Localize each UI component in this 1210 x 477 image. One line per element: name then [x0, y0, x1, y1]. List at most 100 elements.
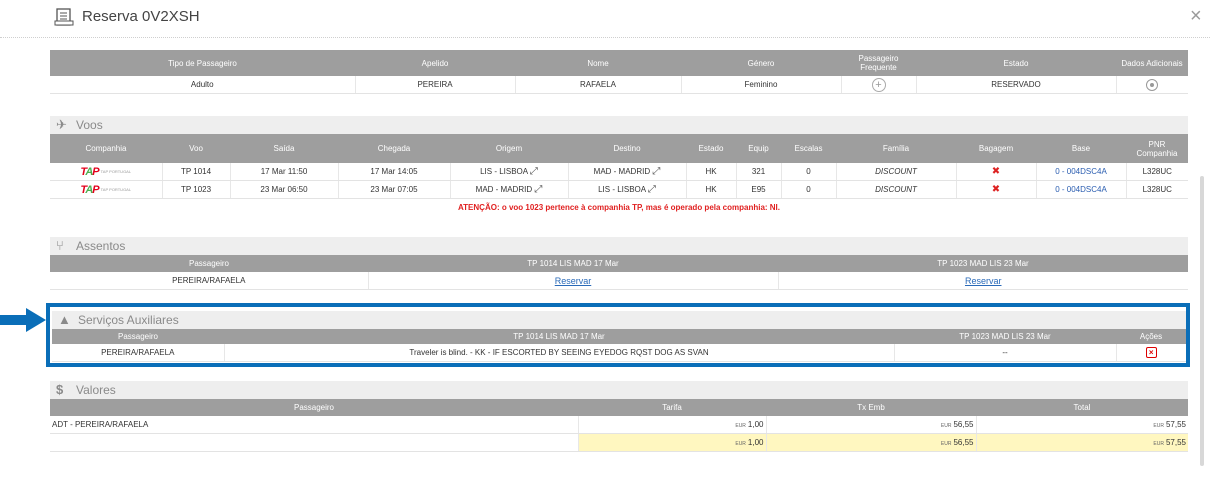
- operator-warning: ATENÇÃO: o voo 1023 pertence à companhia…: [457, 203, 780, 212]
- cell-tarifa-total: EUR 1,00: [578, 433, 767, 452]
- cell-bagagem: ✖: [956, 163, 1037, 181]
- cell-base[interactable]: 0 - 004DSC4A: [1036, 180, 1127, 199]
- cell-total-total: EUR 57,55: [976, 433, 1188, 452]
- table-header-row: Companhia Voo Saída Chegada Origem Desti…: [50, 134, 1188, 163]
- table-header-row: Tipo de Passageiro Apelido Nome Género P…: [50, 50, 1188, 76]
- table-header-row: Passageiro TP 1014 LIS MAD 17 Mar TP 102…: [50, 255, 1188, 272]
- table-row: PEREIRA/RAFAELA Traveler is blind. - KK …: [52, 344, 1186, 362]
- passengers-section: Tipo de Passageiro Apelido Nome Género P…: [50, 50, 1188, 94]
- arrow-right-icon: [0, 308, 46, 332]
- table-header-row: Passageiro Tarifa Tx Emb Total: [50, 399, 1188, 416]
- cell-chegada: 23 Mar 07:05: [338, 180, 451, 199]
- cell-genero: Feminino: [681, 76, 842, 94]
- column-header: TP 1023 MAD LIS 23 Mar: [894, 329, 1116, 344]
- plane-icon: ✈: [56, 117, 67, 132]
- add-frequent-flyer-button[interactable]: +: [871, 77, 886, 92]
- seats-header: ⑂ Assentos: [50, 237, 1188, 255]
- cell-seg2: Reservar: [778, 272, 1188, 290]
- cell-dados: [1116, 76, 1188, 94]
- cell-apelido: PEREIRA: [355, 76, 516, 94]
- cell-passageiro: ADT - PEREIRA/RAFAELA: [50, 416, 579, 434]
- no-baggage-icon: ✖: [991, 166, 1001, 177]
- cell-total: EUR 57,55: [976, 416, 1188, 434]
- cell-voo: TP 1023: [162, 180, 231, 199]
- additional-data-button[interactable]: [1146, 78, 1159, 91]
- reserve-seat-link[interactable]: Reservar: [965, 276, 1002, 286]
- cell-saida: 17 Mar 11:50: [230, 163, 339, 181]
- section-title: Serviços Auxiliares: [78, 313, 179, 327]
- column-header: TP 1014 LIS MAD 17 Mar: [224, 329, 894, 344]
- column-header: Base: [1036, 134, 1126, 163]
- section-title: Assentos: [76, 239, 126, 253]
- column-header: Género: [681, 50, 841, 76]
- column-header: Origem: [450, 134, 568, 163]
- column-header: Tipo de Passageiro: [50, 50, 355, 76]
- column-header: Passageiro: [50, 399, 578, 416]
- column-header: Tarifa: [578, 399, 766, 416]
- services-icon: ▲: [58, 312, 71, 327]
- no-baggage-icon: ✖: [991, 184, 1001, 195]
- table-row: PEREIRA/RAFAELA Reservar Reservar: [50, 272, 1188, 290]
- cell-destino: MAD - MADRID ⤢: [568, 163, 687, 181]
- values-header: $ Valores: [50, 381, 1188, 399]
- cell-seg1: Traveler is blind. - KK - IF ESCORTED BY…: [224, 344, 895, 362]
- column-header: Bagagem: [956, 134, 1036, 163]
- section-title: Voos: [76, 118, 103, 132]
- cell-tarifa: EUR 1,00: [578, 416, 767, 434]
- reserve-seat-link[interactable]: Reservar: [555, 276, 592, 286]
- cell-origem: MAD - MADRID ⤢: [450, 180, 569, 199]
- tap-logo: TAP TAP PORTUGAL: [80, 165, 132, 178]
- column-header: Saída: [230, 134, 338, 163]
- cell-passageiro: PEREIRA/RAFAELA: [52, 344, 225, 362]
- column-header: Passageiro: [50, 255, 368, 272]
- flights-header: ✈ Voos: [50, 116, 1188, 134]
- cell-estado: HK: [686, 180, 737, 199]
- cell-estado: HK: [686, 163, 737, 181]
- cell-seg2: --: [894, 344, 1117, 362]
- column-header: Voo: [162, 134, 230, 163]
- cell-frequente: +: [841, 76, 917, 94]
- airport-info-icon[interactable]: ⤢: [652, 166, 660, 177]
- airport-info-icon[interactable]: ⤢: [648, 184, 656, 195]
- cell-passageiro: PEREIRA/RAFAELA: [50, 272, 369, 290]
- column-header: TP 1023 MAD LIS 23 Mar: [778, 255, 1188, 272]
- dialog-title: Reserva 0V2XSH: [82, 8, 200, 25]
- cell-companhia: TAP TAP PORTUGAL: [50, 180, 163, 199]
- cell-familia: DISCOUNT: [836, 163, 957, 181]
- column-header: Passageiro: [52, 329, 224, 344]
- cell-base[interactable]: 0 - 004DSC4A: [1036, 163, 1127, 181]
- title-bar: Reserva 0V2XSH ×: [0, 0, 1210, 38]
- column-header: Ações: [1116, 329, 1186, 344]
- values-table: Passageiro Tarifa Tx Emb Total ADT - PER…: [50, 399, 1188, 452]
- column-header: Apelido: [355, 50, 515, 76]
- scrollbar[interactable]: [1200, 176, 1204, 466]
- values-section: $ Valores Passageiro Tarifa Tx Emb Total…: [50, 381, 1188, 452]
- cell-destino: LIS - LISBOA ⤢: [568, 180, 687, 199]
- dollar-icon: $: [56, 382, 64, 397]
- cell-pnr: L328UC: [1126, 163, 1188, 181]
- cell-tipo: Adulto: [50, 76, 356, 94]
- cell-acoes: ×: [1116, 344, 1186, 362]
- tap-logo: TAP TAP PORTUGAL: [80, 183, 132, 196]
- column-header: Destino: [568, 134, 686, 163]
- totals-row: EUR 1,00 EUR 56,55 EUR 57,55: [50, 433, 1188, 452]
- column-header: PNR Companhia: [1126, 134, 1188, 163]
- close-button[interactable]: ×: [1190, 6, 1202, 26]
- table-row: Adulto PEREIRA RAFAELA Feminino + RESERV…: [50, 76, 1188, 94]
- column-header: Dados Adicionais: [1116, 50, 1188, 76]
- column-header: Equip: [736, 134, 781, 163]
- passengers-table: Tipo de Passageiro Apelido Nome Género P…: [50, 50, 1188, 94]
- cell-origem: LIS - LISBOA ⤢: [450, 163, 569, 181]
- table-row: ADT - PEREIRA/RAFAELA EUR 1,00 EUR 56,55 E…: [50, 416, 1188, 434]
- cell-companhia: TAP TAP PORTUGAL: [50, 163, 163, 181]
- column-header: Tx Emb: [766, 399, 976, 416]
- cell-estado: RESERVADO: [916, 76, 1117, 94]
- cell-chegada: 17 Mar 14:05: [338, 163, 451, 181]
- column-header: Estado: [686, 134, 736, 163]
- flights-table: Companhia Voo Saída Chegada Origem Desti…: [50, 134, 1188, 216]
- seats-table: Passageiro TP 1014 LIS MAD 17 Mar TP 102…: [50, 255, 1188, 290]
- airport-info-icon[interactable]: ⤢: [530, 166, 538, 177]
- remove-service-button[interactable]: ×: [1145, 347, 1157, 358]
- airport-info-icon[interactable]: ⤢: [534, 184, 542, 195]
- cell-pnr: L328UC: [1126, 180, 1188, 199]
